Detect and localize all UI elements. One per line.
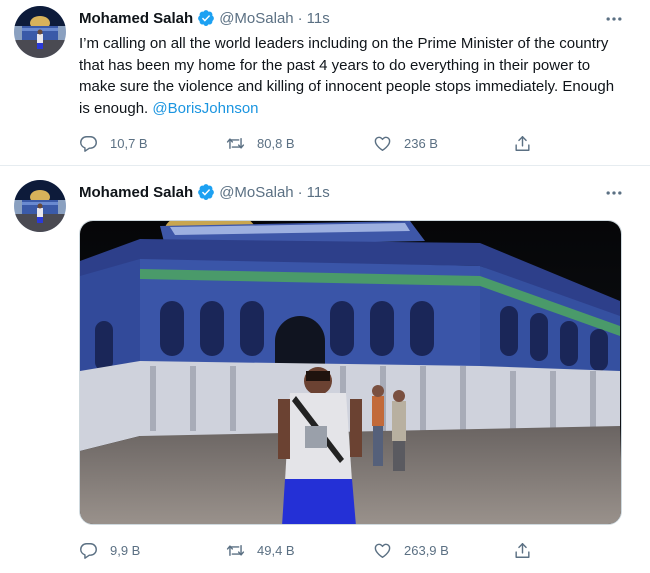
reply-count: 9,9 B — [110, 542, 141, 558]
tweet[interactable]: Mohamed Salah @MoSalah · 11s 9,9 B 49,4 … — [0, 166, 650, 573]
profile-photo — [14, 6, 66, 58]
verified-badge-icon — [197, 183, 215, 201]
retweet-count: 49,4 B — [257, 542, 295, 558]
retweet-button[interactable]: 49,4 B — [226, 538, 295, 562]
like-button[interactable]: 236 B — [373, 131, 438, 155]
tweet-text: I’m calling on all the world leaders inc… — [79, 33, 619, 119]
separator: · — [297, 9, 303, 27]
share-button[interactable] — [513, 131, 532, 155]
share-icon — [513, 541, 532, 560]
like-icon — [373, 134, 392, 153]
reply-icon — [79, 541, 98, 560]
user-name[interactable]: Mohamed Salah — [79, 10, 193, 27]
user-name[interactable]: Mohamed Salah — [79, 184, 193, 201]
tweet-header: Mohamed Salah @MoSalah · 11s — [79, 6, 330, 30]
like-icon — [373, 541, 392, 560]
tweet-actions: 10,7 B 80,8 B 236 B — [79, 131, 619, 155]
profile-photo — [14, 180, 66, 232]
reply-count: 10,7 B — [110, 135, 148, 151]
reply-button[interactable]: 9,9 B — [79, 538, 140, 562]
more-options-icon[interactable] — [604, 183, 624, 203]
reply-icon — [79, 134, 98, 153]
tweet-photo[interactable] — [79, 220, 622, 525]
share-button[interactable] — [513, 538, 532, 562]
reply-button[interactable]: 10,7 B — [79, 131, 148, 155]
share-icon — [513, 134, 532, 153]
timestamp[interactable]: 11s — [307, 184, 330, 201]
retweet-icon — [226, 134, 245, 153]
like-count: 236 B — [404, 135, 438, 151]
retweet-icon — [226, 541, 245, 560]
retweet-count: 80,8 B — [257, 135, 295, 151]
tweet[interactable]: Mohamed Salah @MoSalah · 11s I’m calling… — [0, 0, 650, 166]
user-handle[interactable]: @MoSalah — [219, 10, 293, 27]
tweet-actions: 9,9 B 49,4 B 263,9 B — [79, 538, 619, 562]
avatar[interactable] — [14, 6, 66, 58]
separator: · — [297, 183, 303, 201]
like-count: 263,9 B — [404, 542, 449, 558]
mosque-photo — [80, 221, 621, 524]
verified-badge-icon — [197, 9, 215, 27]
mention-link[interactable]: @BorisJohnson — [152, 100, 258, 117]
like-button[interactable]: 263,9 B — [373, 538, 449, 562]
more-options-icon[interactable] — [604, 9, 624, 29]
retweet-button[interactable]: 80,8 B — [226, 131, 295, 155]
avatar[interactable] — [14, 180, 66, 232]
tweet-header: Mohamed Salah @MoSalah · 11s — [79, 180, 330, 204]
timestamp[interactable]: 11s — [307, 10, 330, 27]
user-handle[interactable]: @MoSalah — [219, 184, 293, 201]
